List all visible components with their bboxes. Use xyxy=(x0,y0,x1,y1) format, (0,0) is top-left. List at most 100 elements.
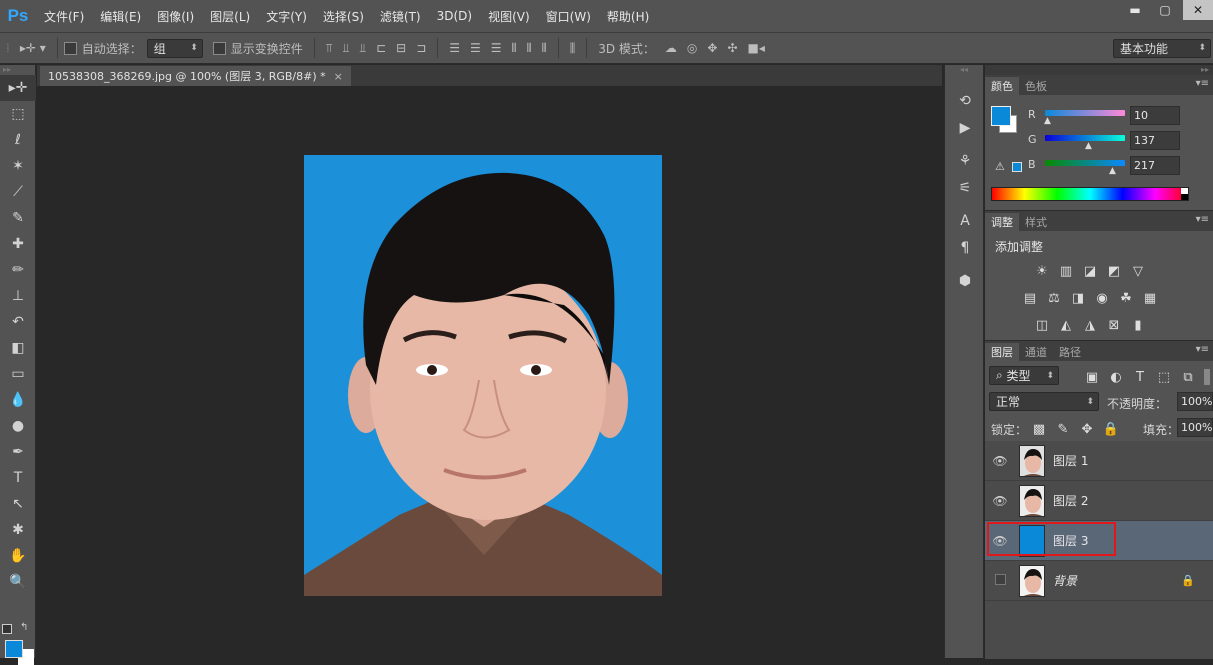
g-value-field[interactable]: 137 xyxy=(1130,131,1180,150)
invert-icon[interactable]: ◫ xyxy=(1032,315,1052,335)
align-top-icon[interactable]: ⫪ xyxy=(326,41,333,56)
layer-name[interactable]: 图层 1 xyxy=(1053,452,1088,469)
healing-brush-tool-icon[interactable]: ✚ xyxy=(0,231,36,257)
panel-menu-icon[interactable]: ▾≡ xyxy=(1196,214,1209,225)
layer-row[interactable]: 👁 图层 2 xyxy=(985,481,1213,521)
hand-tool-icon[interactable]: ✋ xyxy=(0,543,36,569)
history-brush-tool-icon[interactable]: ↶ xyxy=(0,309,36,335)
dodge-tool-icon[interactable]: ● xyxy=(0,413,36,439)
swap-colors-icon[interactable]: ↰ xyxy=(20,622,28,633)
eyedropper-tool-icon[interactable]: ✎ xyxy=(0,205,36,231)
smart-object-filter-icon[interactable]: ⧉ xyxy=(1178,367,1198,387)
brightness-icon[interactable]: ☀ xyxy=(1032,261,1052,281)
r-value-field[interactable]: 10 xyxy=(1130,106,1180,125)
collapse-icon[interactable]: ◂◂ xyxy=(945,65,983,75)
menu-item[interactable]: 滤镜(T) xyxy=(372,8,429,25)
distribute-bottom-icon[interactable]: ☰ xyxy=(491,41,502,55)
exposure-icon[interactable]: ◩ xyxy=(1104,261,1124,281)
document-image[interactable] xyxy=(304,155,662,596)
slide-3d-icon[interactable]: ✣ xyxy=(727,41,737,55)
opacity-field[interactable]: 100% xyxy=(1177,392,1213,411)
tab-color[interactable]: 颜色 xyxy=(985,77,1019,95)
lasso-tool-icon[interactable]: ℓ xyxy=(0,127,36,153)
collapse-icon[interactable]: ▸▸ xyxy=(985,65,1213,75)
channel-mixer-icon[interactable]: ☘ xyxy=(1116,288,1136,308)
history-icon[interactable]: ⟲ xyxy=(945,87,985,114)
layer-name[interactable]: 图层 2 xyxy=(1053,492,1088,509)
fg-swatch[interactable] xyxy=(991,106,1011,126)
menu-item[interactable]: 编辑(E) xyxy=(92,8,149,25)
gradient-tool-icon[interactable]: ▭ xyxy=(0,361,36,387)
collapse-icon[interactable]: ▸▸ xyxy=(0,65,35,75)
auto-select-dropdown[interactable]: 组 xyxy=(146,38,203,58)
align-vcenter-icon[interactable]: ⫫ xyxy=(343,41,350,56)
actions-play-icon[interactable]: ▶ xyxy=(945,114,985,141)
layer-name[interactable]: 背景 xyxy=(1053,572,1077,589)
properties-sliders-icon[interactable]: ⚟ xyxy=(945,174,985,201)
filter-toggle[interactable] xyxy=(1204,369,1210,385)
move-tool-preset-icon[interactable]: ▸✛ ▾ xyxy=(20,41,46,55)
distribute-right-icon[interactable]: ⫴ xyxy=(542,41,547,56)
vibrance-icon[interactable]: ▽ xyxy=(1128,261,1148,281)
rotate-3d-icon[interactable]: ☁ xyxy=(665,41,677,55)
type-filter-icon[interactable]: T xyxy=(1130,367,1150,387)
distribute-hcenter-icon[interactable]: ⫴ xyxy=(527,41,532,56)
crop-tool-icon[interactable]: ⟋ xyxy=(0,179,36,205)
show-transform-checkbox[interactable] xyxy=(212,41,226,55)
stamp-tool-icon[interactable]: ⊥ xyxy=(0,283,36,309)
posterize-icon[interactable]: ◭ xyxy=(1056,315,1076,335)
default-colors-icon[interactable] xyxy=(2,624,12,634)
spectrum-black[interactable] xyxy=(1181,194,1188,200)
tab-swatches[interactable]: 色板 xyxy=(1019,77,1053,95)
menu-item[interactable]: 视图(V) xyxy=(480,8,538,25)
gradient-map-icon[interactable]: ▮ xyxy=(1128,315,1148,335)
move-tool-icon[interactable]: ▸✛ xyxy=(0,75,36,101)
menu-item[interactable]: 图像(I) xyxy=(149,8,202,25)
lock-transparent-icon[interactable]: ▩ xyxy=(1029,419,1049,439)
pixel-filter-icon[interactable]: ▣ xyxy=(1082,367,1102,387)
web-color-icon[interactable] xyxy=(1012,162,1022,172)
fill-field[interactable]: 100% xyxy=(1177,418,1213,437)
lock-position-icon[interactable]: ✥ xyxy=(1077,419,1097,439)
panel-menu-icon[interactable]: ▾≡ xyxy=(1196,344,1209,355)
shape-filter-icon[interactable]: ⬚ xyxy=(1154,367,1174,387)
character-icon[interactable]: A xyxy=(945,207,985,234)
layer-row[interactable]: 👁 图层 1 xyxy=(985,441,1213,481)
scale-3d-icon[interactable]: ■◂ xyxy=(748,41,765,55)
menu-item[interactable]: 窗口(W) xyxy=(538,8,599,25)
zoom-tool-icon[interactable]: 🔍 xyxy=(0,569,36,595)
align-bottom-icon[interactable]: ⫫ xyxy=(359,41,366,56)
paragraph-icon[interactable]: ¶ xyxy=(945,234,985,261)
b-slider-thumb-icon[interactable]: ▲ xyxy=(1109,166,1116,176)
tab-paths[interactable]: 路径 xyxy=(1053,343,1087,361)
menu-item[interactable]: 图层(L) xyxy=(202,8,258,25)
eye-icon[interactable]: 👁 xyxy=(985,534,1015,548)
lock-all-icon[interactable]: 🔒 xyxy=(1101,419,1121,439)
type-tool-icon[interactable]: T xyxy=(0,465,36,491)
photo-filter-icon[interactable]: ◉ xyxy=(1092,288,1112,308)
tab-adjustments[interactable]: 调整 xyxy=(985,213,1019,231)
color-spectrum-bar[interactable] xyxy=(991,187,1189,201)
g-slider-thumb-icon[interactable]: ▲ xyxy=(1085,141,1092,151)
eraser-tool-icon[interactable]: ◧ xyxy=(0,335,36,361)
close-tab-icon[interactable]: × xyxy=(334,70,343,83)
drag-3d-icon[interactable]: ✥ xyxy=(707,41,717,55)
visibility-toggle[interactable] xyxy=(985,573,1015,588)
menu-item[interactable]: 3D(D) xyxy=(429,9,480,23)
selective-color-icon[interactable]: ⊠ xyxy=(1104,315,1124,335)
foreground-color-swatch[interactable] xyxy=(5,640,23,658)
align-right-icon[interactable]: ⊐ xyxy=(416,41,426,55)
tab-channels[interactable]: 通道 xyxy=(1019,343,1053,361)
blur-tool-icon[interactable]: 💧 xyxy=(0,387,36,413)
lock-pixels-icon[interactable]: ✎ xyxy=(1053,419,1073,439)
marquee-tool-icon[interactable]: ⬚ xyxy=(0,101,36,127)
path-select-tool-icon[interactable]: ↖ xyxy=(0,491,36,517)
3d-icon[interactable]: ⬢ xyxy=(945,267,985,294)
layer-filter-dropdown[interactable]: ⌕ 类型 xyxy=(989,366,1059,385)
auto-select-checkbox[interactable] xyxy=(63,41,77,55)
menu-item[interactable]: 文字(Y) xyxy=(258,8,315,25)
r-slider[interactable] xyxy=(1045,110,1125,116)
r-slider-thumb-icon[interactable]: ▲ xyxy=(1044,116,1051,126)
close-button[interactable]: ✕ xyxy=(1183,0,1213,20)
curves-icon[interactable]: ◪ xyxy=(1080,261,1100,281)
